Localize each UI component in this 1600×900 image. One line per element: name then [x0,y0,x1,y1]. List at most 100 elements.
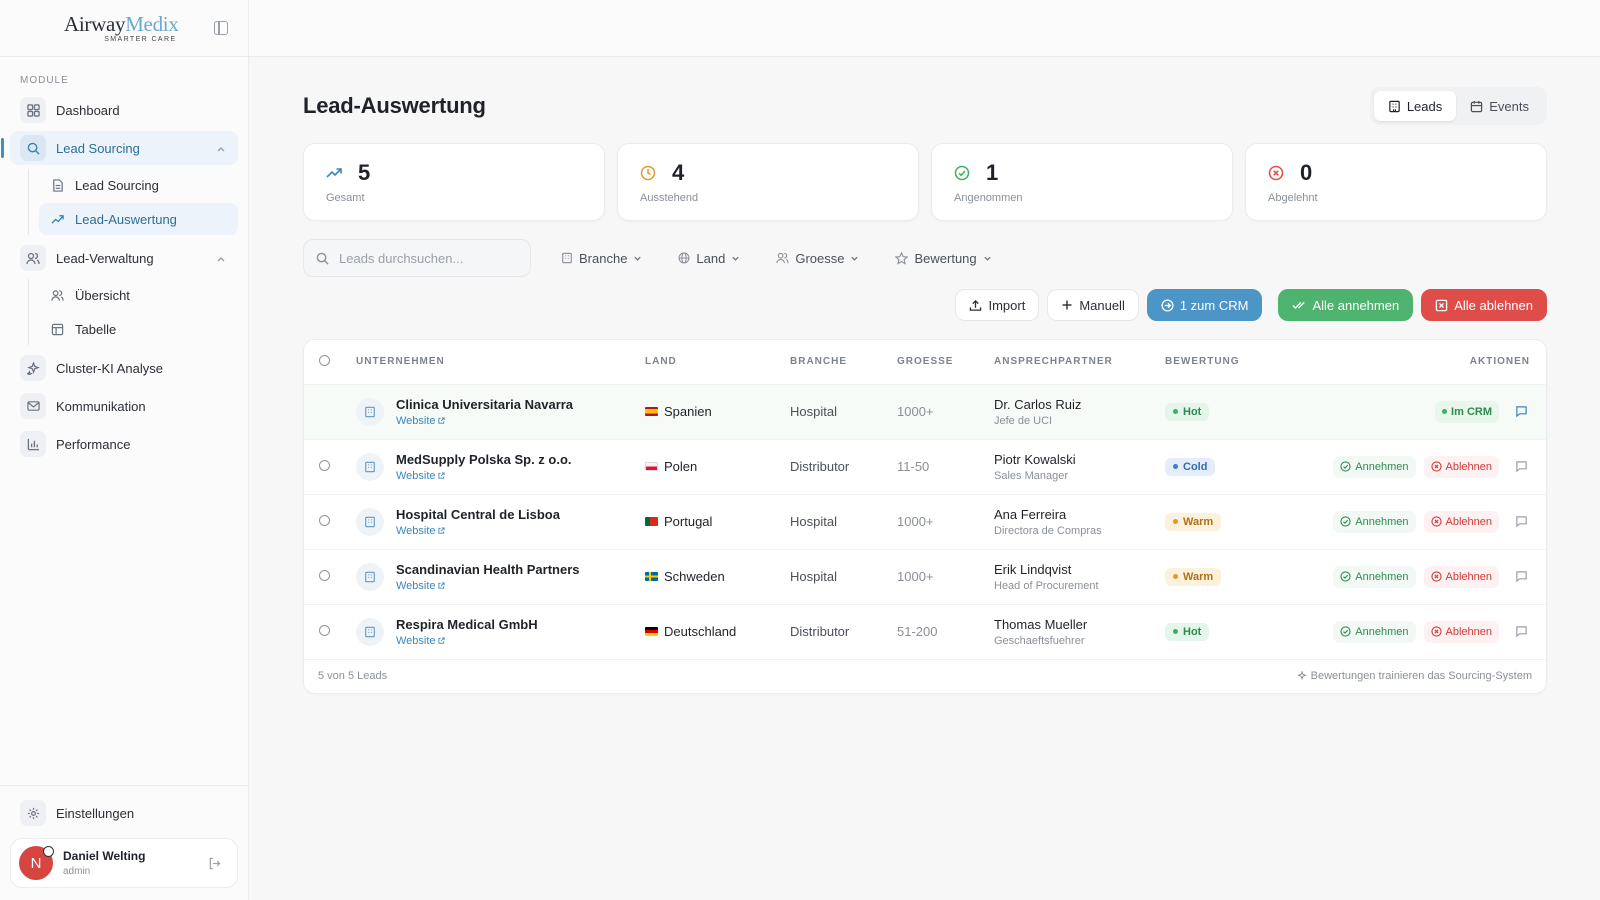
x-circle-icon [1430,571,1442,582]
search-input[interactable] [339,250,509,266]
sidebar-item-label: Einstellungen [56,805,135,821]
reject-button[interactable]: Ablehnen [1423,565,1499,588]
in-crm-badge: Im CRM [1435,400,1499,423]
filter-groesse[interactable]: Groesse [770,242,865,274]
filter-branche[interactable]: Branche [555,242,648,274]
brand-logo[interactable]: AirwayMedix SMARTER CARE [64,13,179,43]
industry: Distributor [790,604,897,660]
accept-all-button[interactable]: Alle annehmen [1278,289,1414,321]
double-check-icon [1292,299,1306,311]
manual-add-button[interactable]: Manuell [1047,289,1139,321]
table-row[interactable]: Hospital Central de Lisboa Website Portu… [304,494,1546,550]
chevron-up-icon[interactable] [216,142,226,157]
import-button[interactable]: Import [955,289,1040,321]
check-circle-icon [1340,626,1351,637]
website-label: Website [396,579,436,592]
website-link[interactable]: Website [396,415,445,427]
sidebar-item-label: Lead Sourcing [56,140,140,156]
sidebar-item-cluster-ki[interactable]: Cluster-KI Analyse [10,351,238,385]
column-header-industry[interactable]: BRANCHE [790,340,897,385]
sidebar-item-kommunikation[interactable]: Kommunikation [10,389,238,423]
filter-bewertung[interactable]: Bewertung [889,242,997,274]
tab-events[interactable]: Events [1456,91,1543,121]
building-icon [1388,100,1401,113]
external-link-icon [437,527,445,534]
comment-icon[interactable] [1515,460,1528,473]
button-label: Manuell [1079,297,1125,313]
row-checkbox[interactable] [319,625,330,636]
section-label: MODULE [20,75,69,86]
rating-badge: Cold [1165,457,1216,476]
company-size: 51-200 [897,604,994,660]
check-circle-icon [1340,516,1351,527]
sidebar-subitem-uebersicht[interactable]: Übersicht [39,279,238,311]
comment-icon[interactable] [1515,515,1528,528]
comment-icon[interactable] [1515,405,1528,418]
sidebar-item-performance[interactable]: Performance [10,427,238,461]
rating-label: Hot [1183,625,1202,638]
column-header-contact[interactable]: ANSPRECHPARTNER [994,340,1165,385]
user-card[interactable]: N Daniel Welting admin [10,838,238,888]
sidebar-subitem-tabelle[interactable]: Tabelle [39,313,238,345]
x-circle-icon [1430,626,1442,637]
sidebar-subitem-label: Lead Sourcing [75,177,159,193]
website-link[interactable]: Website [396,580,445,592]
website-label: Website [396,414,436,427]
tab-leads[interactable]: Leads [1373,91,1457,121]
reject-button[interactable]: Ablehnen [1423,510,1499,533]
reject-button[interactable]: Ablehnen [1423,455,1499,478]
row-checkbox[interactable] [319,515,330,526]
rating-badge: Warm [1165,567,1222,586]
accept-button[interactable]: Annehmen [1333,510,1416,533]
website-link[interactable]: Website [396,635,445,647]
sidebar-item-lead-sourcing[interactable]: Lead Sourcing [1,131,238,165]
sidebar-item-label: Kommunikation [56,398,146,414]
reject-button[interactable]: Ablehnen [1423,620,1499,643]
accept-label: Annehmen [1355,625,1409,638]
sidebar-subitem-lead-auswertung[interactable]: Lead-Auswertung [39,203,238,235]
building-icon [561,252,573,264]
comment-icon[interactable] [1515,625,1528,638]
select-all-checkbox[interactable] [319,354,330,366]
table-row[interactable]: Clinica Universitaria Navarra Website Sp… [304,384,1546,440]
logout-icon[interactable] [208,857,221,873]
sidebar-item-einstellungen[interactable]: Einstellungen [10,796,238,830]
column-header-rating[interactable]: BEWERTUNG [1165,340,1315,385]
reject-label: Ablehnen [1445,570,1493,583]
table-row[interactable]: MedSupply Polska Sp. z o.o. Website Pole… [304,439,1546,495]
website-link[interactable]: Website [396,470,445,482]
industry: Hospital [790,384,897,440]
chevron-up-icon[interactable] [216,252,226,267]
filter-land[interactable]: Land [672,242,746,274]
accept-button[interactable]: Annehmen [1333,455,1416,478]
table-row[interactable]: Respira Medical GmbH Website Deutschland… [304,604,1546,660]
website-link[interactable]: Website [396,525,445,537]
column-header-size[interactable]: GROESSE [897,340,994,385]
document-icon [51,178,67,192]
accept-label: Annehmen [1355,570,1409,583]
sidebar-item-dashboard[interactable]: Dashboard [10,93,238,127]
rating-label: Hot [1183,405,1202,418]
row-checkbox[interactable] [319,460,330,471]
building-icon [356,452,384,481]
sidebar-collapse-icon[interactable] [214,21,228,35]
gear-icon [20,800,46,826]
table-icon [51,323,67,336]
accept-button[interactable]: Annehmen [1333,620,1416,643]
column-header-country[interactable]: LAND [645,340,790,385]
column-header-company[interactable]: UNTERNEHMEN [356,340,645,385]
dashboard-icon [20,97,46,123]
row-checkbox[interactable] [319,570,330,581]
sidebar-item-lead-verwaltung[interactable]: Lead-Verwaltung [10,241,238,275]
accept-button[interactable]: Annehmen [1333,565,1416,588]
comment-icon[interactable] [1515,570,1528,583]
company-name: Hospital Central de Lisboa [396,506,560,522]
send-to-crm-button[interactable]: 1 zum CRM [1146,289,1263,321]
leads-table: UNTERNEHMEN LAND BRANCHE GROESSE ANSPREC… [304,340,1546,660]
sidebar-subitem-label: Tabelle [75,321,117,337]
rating-label: Warm [1183,515,1214,528]
sidebar-subitem-lead-sourcing[interactable]: Lead Sourcing [39,169,238,201]
reject-all-button[interactable]: Alle ablehnen [1421,289,1547,321]
table-row[interactable]: Scandinavian Health Partners Website Sch… [304,549,1546,605]
filter-label: Land [696,250,726,266]
